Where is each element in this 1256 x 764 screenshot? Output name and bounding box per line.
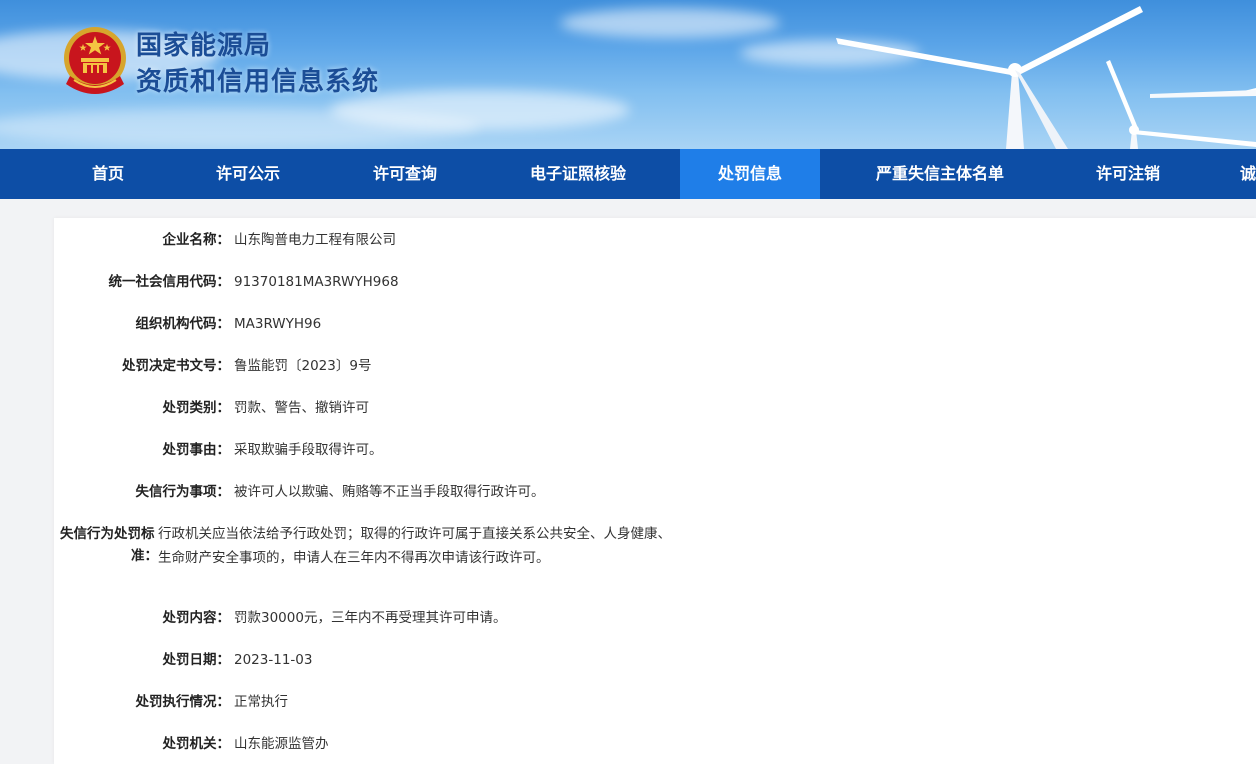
decision-no-label: 处罚决定书文号： [122, 358, 230, 374]
penalty-authority-label: 处罚机关： [162, 736, 231, 752]
nav-item-penalty-info[interactable]: 处罚信息 [680, 149, 820, 199]
dishonest-standard-value: 行政机关应当依法给予行政处罚；取得的行政许可属于直接关系公共安全、人身健康、 生… [158, 522, 698, 566]
penalty-type-label: 处罚类别： [162, 400, 231, 416]
penalty-date-label: 处罚日期： [162, 652, 231, 668]
penalty-content-value: 罚款30000元，三年内不再受理其许可申请。 [234, 610, 507, 626]
nav-item-integrity[interactable]: 诚 [1240, 149, 1256, 199]
header-banner: 国家能源局 资质和信用信息系统 [0, 0, 1256, 149]
cloud-decoration [560, 8, 780, 38]
org-code-label: 组织机构代码： [135, 316, 231, 332]
execution-status-value: 正常执行 [234, 694, 288, 710]
site-title: 国家能源局 资质和信用信息系统 [136, 28, 379, 100]
dishonest-item-value: 被许可人以欺骗、贿赂等不正当手段取得行政许可。 [234, 484, 545, 500]
execution-status-label: 处罚执行情况： [135, 694, 231, 710]
penalty-type-value: 罚款、警告、撤销许可 [234, 400, 369, 416]
company-name-value: 山东陶普电力工程有限公司 [234, 232, 396, 248]
credit-code-value: 91370181MA3RWYH968 [234, 274, 399, 290]
penalty-detail-card: 企业名称： 山东陶普电力工程有限公司 统一社会信用代码： 91370181MA3… [54, 218, 1256, 764]
dishonest-standard-label-line2: 准： [131, 548, 158, 564]
wind-turbine-illustration [836, 6, 1256, 149]
nav-item-license-publicity[interactable]: 许可公示 [188, 149, 308, 199]
nav-item-license-query[interactable]: 许可查询 [345, 149, 465, 199]
org-code-value: MA3RWYH96 [234, 316, 322, 332]
credit-code-label: 统一社会信用代码： [108, 274, 231, 290]
penalty-content-label: 处罚内容： [162, 610, 231, 626]
dishonest-standard-value-line1: 行政机关应当依法给予行政处罚；取得的行政许可属于直接关系公共安全、人身健康、 [158, 526, 671, 542]
site-title-line1: 国家能源局 [136, 31, 272, 61]
nav-item-dishonest-list[interactable]: 严重失信主体名单 [860, 149, 1020, 199]
cloud-decoration [0, 108, 480, 146]
detail-row-dishonest-standard: 失信行为处罚标 准： 行政机关应当依法给予行政处罚；取得的行政许可属于直接关系公… [54, 522, 1256, 592]
penalty-date-value: 2023-11-03 [234, 652, 313, 668]
nav-item-e-certificate-verify[interactable]: 电子证照核验 [508, 149, 648, 199]
dishonest-item-label: 失信行为事项： [135, 484, 231, 500]
company-name-label: 企业名称： [162, 232, 231, 248]
dishonest-standard-value-line2: 生命财产安全事项的，申请人在三年内不得再次申请该行政许可。 [158, 550, 550, 566]
penalty-reason-label: 处罚事由： [162, 442, 231, 458]
nav-item-home[interactable]: 首页 [58, 149, 158, 199]
dishonest-standard-label: 失信行为处罚标 准： [60, 522, 158, 564]
nav-item-license-cancel[interactable]: 许可注销 [1068, 149, 1188, 199]
main-nav: 首页 许可公示 许可查询 电子证照核验 处罚信息 严重失信主体名单 许可注销 诚 [0, 149, 1256, 199]
national-emblem-icon [64, 27, 126, 94]
site-title-line2: 资质和信用信息系统 [136, 67, 380, 97]
penalty-reason-value: 采取欺骗手段取得许可。 [234, 442, 383, 458]
decision-no-value: 鲁监能罚〔2023〕9号 [234, 358, 372, 374]
penalty-authority-value: 山东能源监管办 [234, 736, 329, 752]
dishonest-standard-label-line1: 失信行为处罚标 [60, 526, 155, 542]
